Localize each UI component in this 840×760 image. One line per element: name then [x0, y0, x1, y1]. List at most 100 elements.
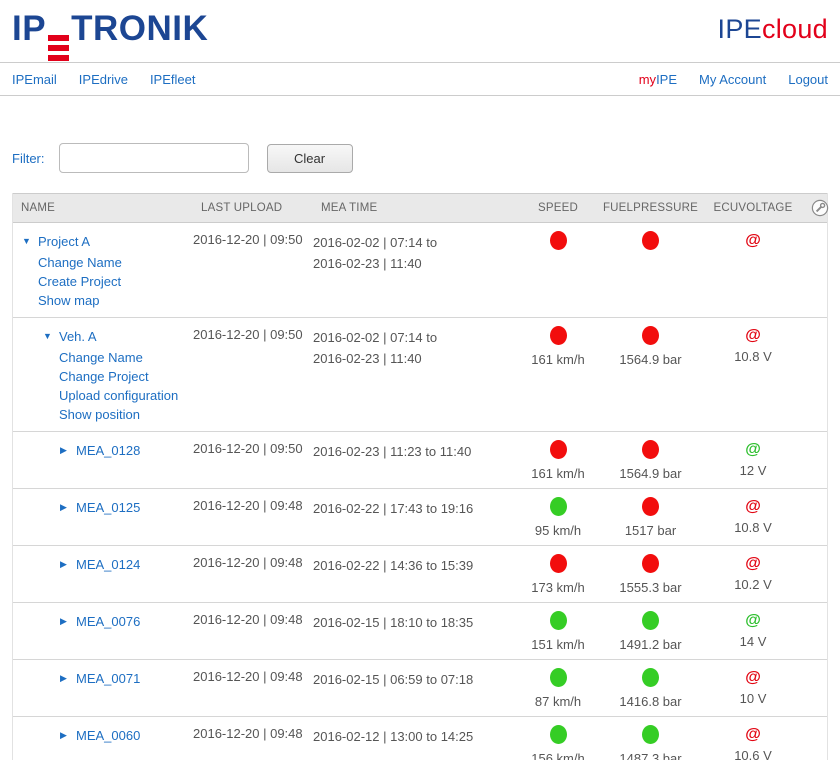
- speed-status-icon: [550, 668, 567, 687]
- expander-icon[interactable]: ▼: [43, 331, 59, 341]
- row-name-link[interactable]: MEA_0128: [76, 443, 140, 458]
- name-cell: ▶ MEA_0071: [13, 668, 193, 690]
- table-row: ▼ Project A Change NameCreate ProjectSho…: [13, 223, 827, 318]
- table-row: ▶ MEA_0124 2016-12-20 | 09:48 2016-02-22…: [13, 546, 827, 603]
- speed-cell: 156 km/h: [518, 725, 598, 760]
- table-row: ▶ MEA_0125 2016-12-20 | 09:48 2016-02-22…: [13, 489, 827, 546]
- mea-time-cell: 2016-02-23 | 11:23 to 11:40: [313, 440, 518, 462]
- row-actions: Change NameCreate ProjectShow map: [38, 253, 193, 310]
- speed-cell: 161 km/h: [518, 440, 598, 481]
- row-name-link[interactable]: MEA_0060: [76, 728, 140, 743]
- ipecloud-logo: IPEcloud: [718, 14, 828, 45]
- action-link[interactable]: Create Project: [38, 272, 193, 291]
- clear-button[interactable]: Clear: [267, 144, 353, 173]
- row-name-link[interactable]: MEA_0071: [76, 671, 140, 686]
- expander-icon[interactable]: ▶: [60, 445, 76, 456]
- ecuvoltage-at-icon: @: [745, 668, 761, 687]
- ecuvoltage-value: 10.2 V: [703, 577, 803, 592]
- nav-ipedrive-link[interactable]: IPEdrive: [79, 72, 128, 87]
- nav-left: IPEmail IPEdrive IPEfleet: [12, 72, 195, 87]
- row-name-link[interactable]: MEA_0125: [76, 500, 140, 515]
- expander-icon[interactable]: ▶: [60, 673, 76, 684]
- action-link[interactable]: Change Name: [59, 348, 193, 367]
- table-row: ▼ Veh. A Change NameChange ProjectUpload…: [13, 318, 827, 432]
- product-blue-text: IPE: [718, 14, 762, 44]
- filter-row: Filter: Clear: [12, 143, 828, 173]
- ecuvoltage-cell: @ 14 V: [703, 611, 803, 649]
- row-name-link[interactable]: MEA_0124: [76, 557, 140, 572]
- fuelpressure-cell: 1487.3 bar: [598, 725, 703, 760]
- fuelpressure-cell: [598, 231, 703, 272]
- action-link[interactable]: Upload configuration: [59, 386, 193, 405]
- ecuvoltage-at-icon: @: [745, 497, 761, 516]
- row-name-link[interactable]: Veh. A: [59, 329, 97, 344]
- last-upload-cell: 2016-12-20 | 09:50: [193, 326, 313, 342]
- top-header: IPTRONIK IPEcloud: [0, 0, 840, 62]
- speed-status-icon: [550, 231, 567, 250]
- name-cell: ▶ MEA_0060: [13, 725, 193, 747]
- expander-icon[interactable]: ▼: [22, 236, 38, 246]
- filter-input[interactable]: [59, 143, 249, 173]
- speed-value: 173 km/h: [518, 580, 598, 595]
- speed-value: 151 km/h: [518, 637, 598, 652]
- nav-myipe-link[interactable]: myIPE: [639, 72, 677, 87]
- action-link[interactable]: Change Name: [38, 253, 193, 272]
- column-header-last-upload: LAST UPLOAD: [193, 202, 313, 214]
- ecuvoltage-value: 10.8 V: [703, 520, 803, 535]
- fuelpressure-status-icon: [642, 497, 659, 516]
- column-header-name: NAME: [13, 202, 193, 214]
- nav-my-account-link[interactable]: My Account: [699, 72, 766, 87]
- name-cell: ▶ MEA_0076: [13, 611, 193, 633]
- mea-time-cell: 2016-02-22 | 14:36 to 15:39: [313, 554, 518, 576]
- ecuvoltage-at-icon: @: [745, 440, 761, 459]
- speed-status-icon: [550, 497, 567, 516]
- name-cell: ▶ MEA_0124: [13, 554, 193, 576]
- nav-bar: IPEmail IPEdrive IPEfleet myIPE My Accou…: [0, 62, 840, 96]
- speed-value: 161 km/h: [518, 466, 598, 481]
- speed-cell: 87 km/h: [518, 668, 598, 709]
- action-link[interactable]: Show position: [59, 405, 193, 424]
- fuelpressure-status-icon: [642, 440, 659, 459]
- fuelpressure-value: 1555.3 bar: [598, 580, 703, 595]
- fuelpressure-cell: 1555.3 bar: [598, 554, 703, 595]
- column-header-speed: SPEED: [518, 202, 598, 214]
- speed-value: 161 km/h: [518, 352, 598, 367]
- ecuvoltage-cell: @ 10.2 V: [703, 554, 803, 592]
- speed-cell: [518, 231, 598, 272]
- myipe-blue-part: IPE: [656, 72, 677, 87]
- action-link[interactable]: Change Project: [59, 367, 193, 386]
- ecuvoltage-at-icon: @: [745, 725, 761, 744]
- logo-text-prefix: IP: [12, 9, 46, 48]
- name-cell: ▼ Veh. A Change NameChange ProjectUpload…: [13, 326, 193, 424]
- action-link[interactable]: Show map: [38, 291, 193, 310]
- nav-ipemail-link[interactable]: IPEmail: [12, 72, 57, 87]
- nav-ipefleet-link[interactable]: IPEfleet: [150, 72, 196, 87]
- name-cell: ▶ MEA_0128: [13, 440, 193, 462]
- fuelpressure-value: 1564.9 bar: [598, 352, 703, 367]
- ecuvoltage-cell: @ 10.8 V: [703, 497, 803, 535]
- fuelpressure-status-icon: [642, 668, 659, 687]
- name-cell: ▶ MEA_0125: [13, 497, 193, 519]
- expander-icon[interactable]: ▶: [60, 616, 76, 627]
- fuelpressure-cell: 1564.9 bar: [598, 440, 703, 481]
- row-actions: Change NameChange ProjectUpload configur…: [59, 348, 193, 424]
- mea-time-cell: 2016-02-02 | 07:14 to2016-02-23 | 11:40: [313, 326, 518, 369]
- ecuvoltage-cell: @: [703, 231, 803, 269]
- expander-icon[interactable]: ▶: [60, 502, 76, 513]
- ecuvoltage-cell: @ 10 V: [703, 668, 803, 706]
- ecuvoltage-value: 10.8 V: [703, 349, 803, 364]
- nav-logout-link[interactable]: Logout: [788, 72, 828, 87]
- row-name-link[interactable]: Project A: [38, 234, 90, 249]
- wrench-icon[interactable]: [811, 199, 829, 217]
- speed-cell: 173 km/h: [518, 554, 598, 595]
- ecuvoltage-cell: @ 10.8 V: [703, 326, 803, 364]
- ecuvoltage-value: 12 V: [703, 463, 803, 478]
- ecuvoltage-at-icon: @: [745, 231, 761, 250]
- speed-value: 156 km/h: [518, 751, 598, 760]
- expander-icon[interactable]: ▶: [60, 559, 76, 570]
- ecuvoltage-at-icon: @: [745, 611, 761, 630]
- fuelpressure-value: 1564.9 bar: [598, 466, 703, 481]
- expander-icon[interactable]: ▶: [60, 730, 76, 741]
- row-name-link[interactable]: MEA_0076: [76, 614, 140, 629]
- table-row: ▶ MEA_0076 2016-12-20 | 09:48 2016-02-15…: [13, 603, 827, 660]
